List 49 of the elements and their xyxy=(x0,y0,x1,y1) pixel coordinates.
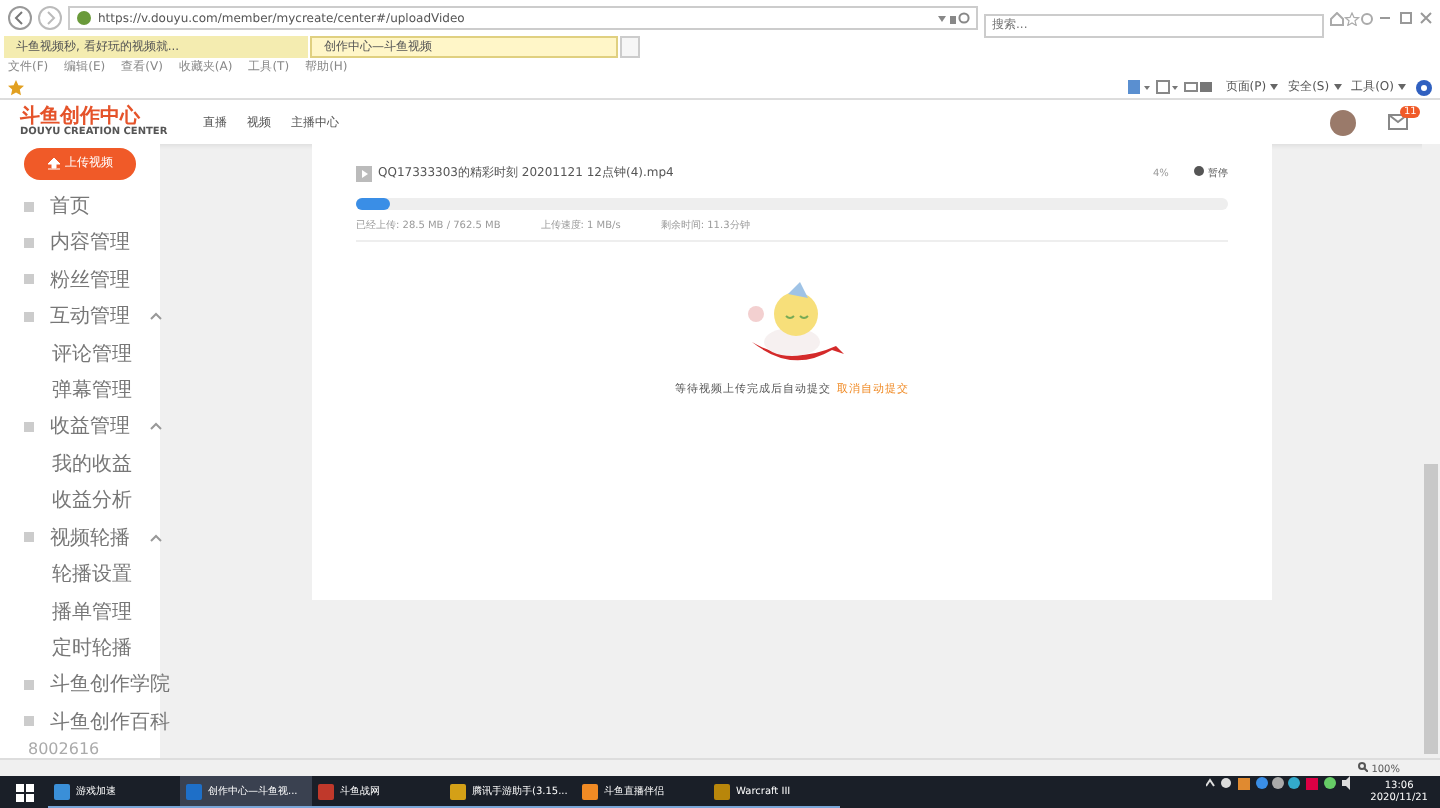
sidebar-item[interactable]: 收益管理 xyxy=(50,412,130,441)
caret-icon[interactable] xyxy=(1333,84,1342,91)
menu-icon xyxy=(24,237,34,248)
app-icon xyxy=(714,783,730,799)
window-controls-icon[interactable] xyxy=(1380,12,1432,24)
sidebar-item[interactable]: 视频轮播 xyxy=(50,523,130,552)
sidebar-subitem[interactable]: 评论管理 xyxy=(52,339,132,368)
mail-icon[interactable] xyxy=(1388,114,1408,130)
favorites-star-icon[interactable] xyxy=(8,79,24,96)
menu-icon xyxy=(24,532,34,543)
sidebar-item[interactable]: 首页 xyxy=(50,192,90,221)
menu-icon xyxy=(24,421,34,432)
forward-button[interactable] xyxy=(38,6,62,30)
toolbar-icons[interactable] xyxy=(1127,80,1216,95)
app-icon xyxy=(582,783,598,799)
back-button[interactable] xyxy=(8,6,32,30)
sidebar-subitem[interactable]: 播单管理 xyxy=(52,597,132,626)
menu-icon xyxy=(24,311,34,322)
sidebar-item[interactable]: 粉丝管理 xyxy=(50,265,130,294)
sidebar-subitem[interactable]: 定时轮播 xyxy=(52,633,132,662)
app-icon xyxy=(54,783,70,799)
video-file-icon xyxy=(356,165,372,181)
app-icon xyxy=(450,783,466,799)
site-logo[interactable]: 斗鱼创作中心 xyxy=(20,107,168,127)
app-icon xyxy=(186,783,202,799)
sidebar-item[interactable]: 互动管理 xyxy=(50,302,130,331)
caret-icon[interactable] xyxy=(150,533,162,542)
app-icon xyxy=(318,783,334,799)
sidebar-item[interactable]: 斗鱼创作学院 xyxy=(50,670,170,699)
lock-refresh-icon xyxy=(938,12,970,24)
menu-icon xyxy=(24,716,34,727)
menu-icon xyxy=(24,201,34,212)
sidebar-subitem[interactable]: 轮播设置 xyxy=(52,560,132,589)
menu-icon xyxy=(24,274,34,285)
sidebar-subitem[interactable]: 我的收益 xyxy=(52,449,132,478)
sidebar-item[interactable]: 内容管理 xyxy=(50,228,130,257)
globe-icon xyxy=(76,10,92,26)
user-id-text: 8002616 xyxy=(26,740,102,758)
caret-icon[interactable] xyxy=(1398,84,1406,91)
upload-icon xyxy=(47,157,59,170)
caret-icon[interactable] xyxy=(150,422,162,431)
menu-icon xyxy=(24,679,34,690)
sidebar-item[interactable]: 斗鱼创作百科 xyxy=(50,707,170,736)
magnifier-icon xyxy=(1358,761,1369,771)
sidebar-subitem[interactable]: 收益分析 xyxy=(52,486,132,515)
caret-icon[interactable] xyxy=(150,312,162,321)
caret-icon[interactable] xyxy=(1270,84,1279,91)
avatar[interactable] xyxy=(1330,109,1356,135)
sidebar-subitem[interactable]: 弹幕管理 xyxy=(52,376,132,405)
